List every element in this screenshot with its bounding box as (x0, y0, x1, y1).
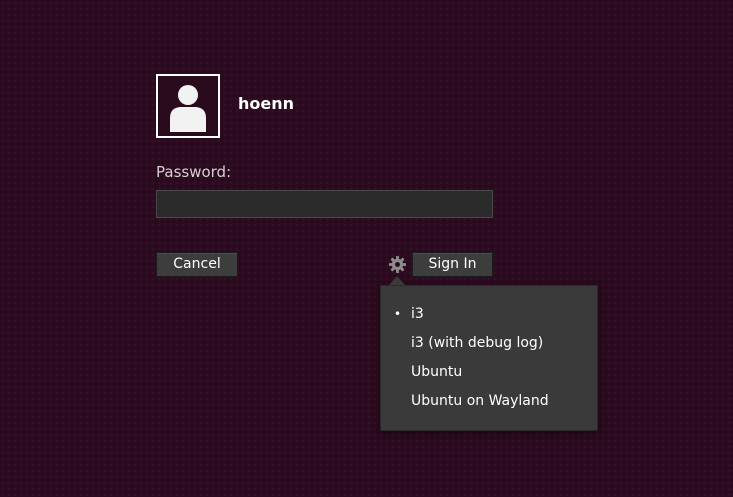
session-item-ubuntu[interactable]: Ubuntu (381, 358, 597, 387)
session-item-i3[interactable]: • i3 (381, 300, 597, 329)
session-item-label: Ubuntu on Wayland (411, 393, 549, 409)
user-silhouette-icon (158, 76, 218, 136)
session-menu-list: • i3 i3 (with debug log) Ubuntu Ubuntu o… (381, 286, 597, 416)
username-label: hoenn (238, 94, 295, 113)
login-screen: hoenn Password: Cancel Sign In • i3 i3 (… (0, 0, 733, 497)
session-item-label: Ubuntu (411, 364, 463, 380)
cancel-button[interactable]: Cancel (156, 252, 238, 277)
user-avatar (156, 74, 220, 138)
sign-in-button[interactable]: Sign In (412, 252, 493, 277)
password-input[interactable] (156, 190, 493, 218)
password-label: Password: (156, 163, 232, 181)
session-item-i3-debug[interactable]: i3 (with debug log) (381, 329, 597, 358)
bullet-icon: • (394, 307, 402, 321)
session-menu-pointer (389, 276, 405, 285)
gear-icon[interactable] (388, 255, 407, 274)
session-item-label: i3 (411, 306, 424, 322)
session-item-ubuntu-wayland[interactable]: Ubuntu on Wayland (381, 387, 597, 416)
session-menu: • i3 i3 (with debug log) Ubuntu Ubuntu o… (380, 285, 598, 431)
session-item-label: i3 (with debug log) (411, 335, 544, 351)
